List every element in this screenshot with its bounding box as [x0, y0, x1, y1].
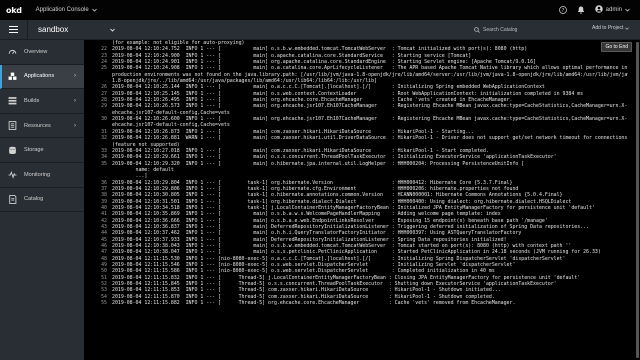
okd-logo[interactable]: okd: [6, 6, 22, 15]
sidebar-item-label: Builds: [24, 97, 40, 104]
sidebar-item-label: Storage: [24, 147, 44, 154]
notifications-bell-icon[interactable]: [577, 6, 586, 15]
project-name: sandbox: [38, 25, 69, 34]
catalog-icon: [7, 194, 17, 204]
scrollbar-thumb[interactable]: [636, 42, 639, 358]
top-navbar: okd Application Console ? admin: [0, 0, 640, 20]
project-selector[interactable]: sandbox: [38, 25, 116, 34]
sidebar-item-catalog[interactable]: Catalog: [0, 188, 84, 213]
sidebar-item-overview[interactable]: Overview: [0, 40, 84, 65]
sidebar-item-resources[interactable]: Resources ›: [0, 114, 84, 139]
sidebar-item-monitoring[interactable]: Monitoring: [0, 163, 84, 188]
chevron-down-icon: [110, 28, 116, 32]
help-icon[interactable]: ?: [559, 6, 568, 15]
log-line: 55 2019-08-04 12:11:15.882 INFO 1 --- [ T…: [88, 300, 628, 306]
monitoring-icon: [7, 170, 17, 180]
add-to-project-label: Add to Project: [592, 25, 624, 31]
log-output[interactable]: (for example: not eligible for auto-prox…: [88, 40, 628, 360]
add-to-project-button[interactable]: Add to Project: [592, 25, 630, 31]
catalog-search[interactable]: Search Catalog: [474, 24, 544, 36]
log-scrollbar[interactable]: [636, 42, 639, 358]
username: admin: [605, 7, 622, 13]
sidebar: Overview Applications › Builds › Resourc…: [0, 40, 84, 360]
chevron-right-icon: ›: [74, 97, 76, 104]
chevron-right-icon: ›: [74, 122, 76, 129]
log-line-number: 55: [101, 300, 107, 307]
sidebar-item-storage[interactable]: Storage: [0, 138, 84, 163]
chevron-down-icon: [91, 8, 97, 12]
log-viewer: (for example: not eligible for auto-prox…: [84, 40, 640, 360]
search-input[interactable]: Search Catalog: [483, 27, 517, 33]
sidebar-item-label: Overview: [24, 48, 48, 55]
console-switcher[interactable]: Application Console: [36, 7, 97, 13]
sidebar-item-applications[interactable]: Applications ›: [0, 64, 84, 90]
chevron-down-icon: [625, 8, 630, 12]
builds-icon: [7, 96, 17, 106]
storage-icon: [7, 145, 17, 155]
project-bar: sandbox: [0, 19, 640, 40]
sidebar-item-label: Resources: [24, 122, 51, 129]
user-menu[interactable]: admin: [594, 5, 630, 15]
cubes-icon: [7, 71, 17, 81]
sidebar-item-label: Applications: [24, 73, 55, 80]
chevron-down-icon: [625, 26, 630, 30]
log-line-text: 2019-08-04 12:11:15.882 INFO 1 --- [ Thr…: [112, 300, 516, 307]
console-switcher-label: Application Console: [35, 7, 89, 13]
chevron-right-icon: ›: [74, 73, 76, 80]
hamburger-menu-icon[interactable]: [0, 19, 28, 40]
go-to-end-button[interactable]: Go to End: [601, 42, 632, 52]
sidebar-item-label: Catalog: [24, 196, 44, 203]
sidebar-item-label: Monitoring: [24, 171, 51, 178]
svg-text:?: ?: [562, 8, 565, 14]
user-icon: [594, 5, 603, 15]
dashboard-icon: [7, 47, 17, 57]
search-icon: [474, 27, 480, 33]
log-line-text: 2019-08-04 12:10:26.881 WARN 1 --- [ mai…: [112, 135, 628, 142]
sidebar-item-builds[interactable]: Builds ›: [0, 89, 84, 114]
resources-icon: [7, 121, 17, 131]
